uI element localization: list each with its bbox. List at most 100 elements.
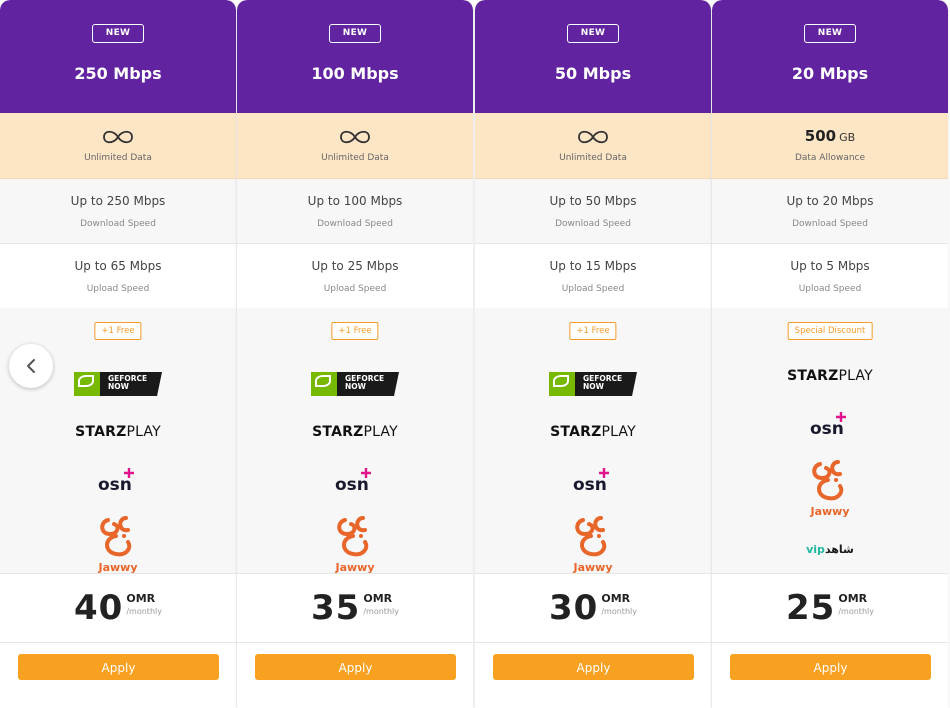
price: 25 OMR/monthly	[786, 588, 874, 628]
data-allowance-row: Unlimited Data	[475, 113, 711, 179]
starzplay-logo: STARZPLAY	[787, 368, 873, 384]
nvidia-icon	[549, 372, 575, 396]
data-amount-value: 500	[804, 127, 837, 145]
starz-text: STARZ	[787, 368, 839, 384]
play-text: PLAY	[363, 424, 398, 440]
price-period: /monthly	[126, 607, 162, 616]
infinity-icon	[103, 130, 133, 144]
infinity-icon	[578, 130, 608, 144]
price-amount: 40	[74, 588, 124, 628]
geforce-now-logo: GEFORCE NOW	[549, 372, 637, 396]
price-currency: OMR	[363, 592, 393, 605]
perk-tag: +1 Free	[569, 322, 617, 340]
plan-header: NEW 100 Mbps	[237, 0, 473, 113]
plan-speed-title: 250 Mbps	[74, 64, 162, 83]
download-speed-label: Download Speed	[80, 219, 156, 229]
osn-logo: osn	[573, 468, 609, 494]
plan-speed-title: 50 Mbps	[554, 64, 632, 83]
infinity-icon	[340, 130, 370, 144]
price-amount: 25	[786, 588, 836, 628]
price-amount: 30	[549, 588, 599, 628]
new-badge: NEW	[92, 24, 144, 43]
price-row: 25 OMR/monthly	[712, 574, 948, 643]
jawwy-text: Jawwy	[809, 505, 849, 518]
jawwy-text: Jawwy	[572, 561, 612, 574]
upload-speed-row: Up to 5 Mbps Upload Speed	[712, 244, 948, 309]
plan-header: NEW 50 Mbps	[475, 0, 711, 113]
starz-text: STARZ	[75, 424, 127, 440]
perks-section: +1 Free GEFORCE NOW STARZPLAY osn Jawwy	[237, 308, 473, 574]
price: 40 OMR/monthly	[74, 588, 162, 628]
osn-text: osn	[573, 475, 607, 494]
apply-button[interactable]: Apply	[730, 654, 931, 680]
price-row: 30 OMR/monthly	[475, 574, 711, 643]
price-row: 40 OMR/monthly	[0, 574, 236, 643]
jawwy-text: Jawwy	[97, 561, 137, 574]
carousel-prev-button[interactable]	[9, 344, 53, 388]
price: 35 OMR/monthly	[311, 588, 399, 628]
data-allowance-row: 500 GB Data Allowance	[712, 113, 948, 179]
plan-speed-title: 100 Mbps	[311, 64, 399, 83]
perks-section: Special Discount STARZPLAY osn Jawwy vip…	[712, 308, 948, 574]
price-currency: OMR	[838, 592, 868, 605]
price-period: /monthly	[601, 607, 637, 616]
osn-logo: osn	[98, 468, 134, 494]
now-text: NOW	[345, 382, 366, 391]
new-badge: NEW	[567, 24, 619, 43]
plans-carousel: NEW 250 Mbps Unlimited Data Up to 250 Mb…	[0, 0, 950, 708]
data-label: Data Allowance	[794, 153, 866, 163]
jawwy-logo: Jawwy	[572, 516, 613, 574]
chevron-left-icon	[27, 359, 35, 373]
upload-speed-value: Up to 25 Mbps	[311, 259, 399, 273]
starz-text: STARZ	[550, 424, 602, 440]
download-speed-value: Up to 50 Mbps	[549, 194, 637, 208]
upload-speed-label: Upload Speed	[323, 284, 387, 294]
download-speed-label: Download Speed	[555, 219, 631, 229]
play-text: PLAY	[838, 368, 873, 384]
play-text: PLAY	[601, 424, 636, 440]
data-amount-unit: GB	[839, 131, 856, 144]
starzplay-logo: STARZPLAY	[312, 424, 398, 440]
plan-card-50: NEW 50 Mbps Unlimited Data Up to 50 Mbps…	[475, 0, 711, 708]
price-period: /monthly	[838, 607, 874, 616]
data-label: Unlimited Data	[84, 153, 152, 163]
download-speed-row: Up to 20 Mbps Download Speed	[712, 179, 948, 244]
price-currency: OMR	[601, 592, 631, 605]
jawwy-logo: Jawwy	[809, 460, 850, 518]
download-speed-label: Download Speed	[792, 219, 868, 229]
download-speed-value: Up to 250 Mbps	[70, 194, 166, 208]
plan-card-100: NEW 100 Mbps Unlimited Data Up to 100 Mb…	[237, 0, 473, 708]
price-row: 35 OMR/monthly	[237, 574, 473, 643]
upload-speed-value: Up to 5 Mbps	[790, 259, 870, 273]
osn-text: osn	[810, 419, 844, 438]
osn-logo: osn	[335, 468, 371, 494]
upload-speed-value: Up to 15 Mbps	[549, 259, 637, 273]
data-allowance-row: Unlimited Data	[0, 113, 236, 179]
upload-speed-row: Up to 25 Mbps Upload Speed	[237, 244, 473, 309]
apply-button[interactable]: Apply	[255, 654, 456, 680]
upload-speed-value: Up to 65 Mbps	[74, 259, 162, 273]
now-text: NOW	[108, 382, 129, 391]
download-speed-label: Download Speed	[317, 219, 393, 229]
shahid-vip-logo: vipشاهد	[806, 543, 854, 556]
nvidia-icon	[74, 372, 100, 396]
geforce-now-logo: GEFORCE NOW	[311, 372, 399, 396]
price: 30 OMR/monthly	[549, 588, 637, 628]
perk-tag: Special Discount	[787, 322, 873, 340]
plan-header: NEW 20 Mbps	[712, 0, 948, 113]
download-speed-row: Up to 50 Mbps Download Speed	[475, 179, 711, 244]
plan-speed-title: 20 Mbps	[791, 64, 869, 83]
shahid-text: شاهد	[824, 543, 854, 556]
nvidia-icon	[311, 372, 337, 396]
download-speed-value: Up to 20 Mbps	[786, 194, 874, 208]
data-allowance-row: Unlimited Data	[237, 113, 473, 179]
plan-header: NEW 250 Mbps	[0, 0, 236, 113]
jawwy-logo: Jawwy	[334, 516, 375, 573]
apply-button[interactable]: Apply	[18, 654, 219, 680]
osn-logo: osn	[810, 412, 846, 438]
starz-text: STARZ	[312, 424, 364, 440]
osn-text: osn	[335, 475, 369, 494]
apply-button[interactable]: Apply	[493, 654, 694, 680]
jawwy-logo: Jawwy	[97, 516, 138, 574]
new-badge: NEW	[329, 24, 381, 43]
